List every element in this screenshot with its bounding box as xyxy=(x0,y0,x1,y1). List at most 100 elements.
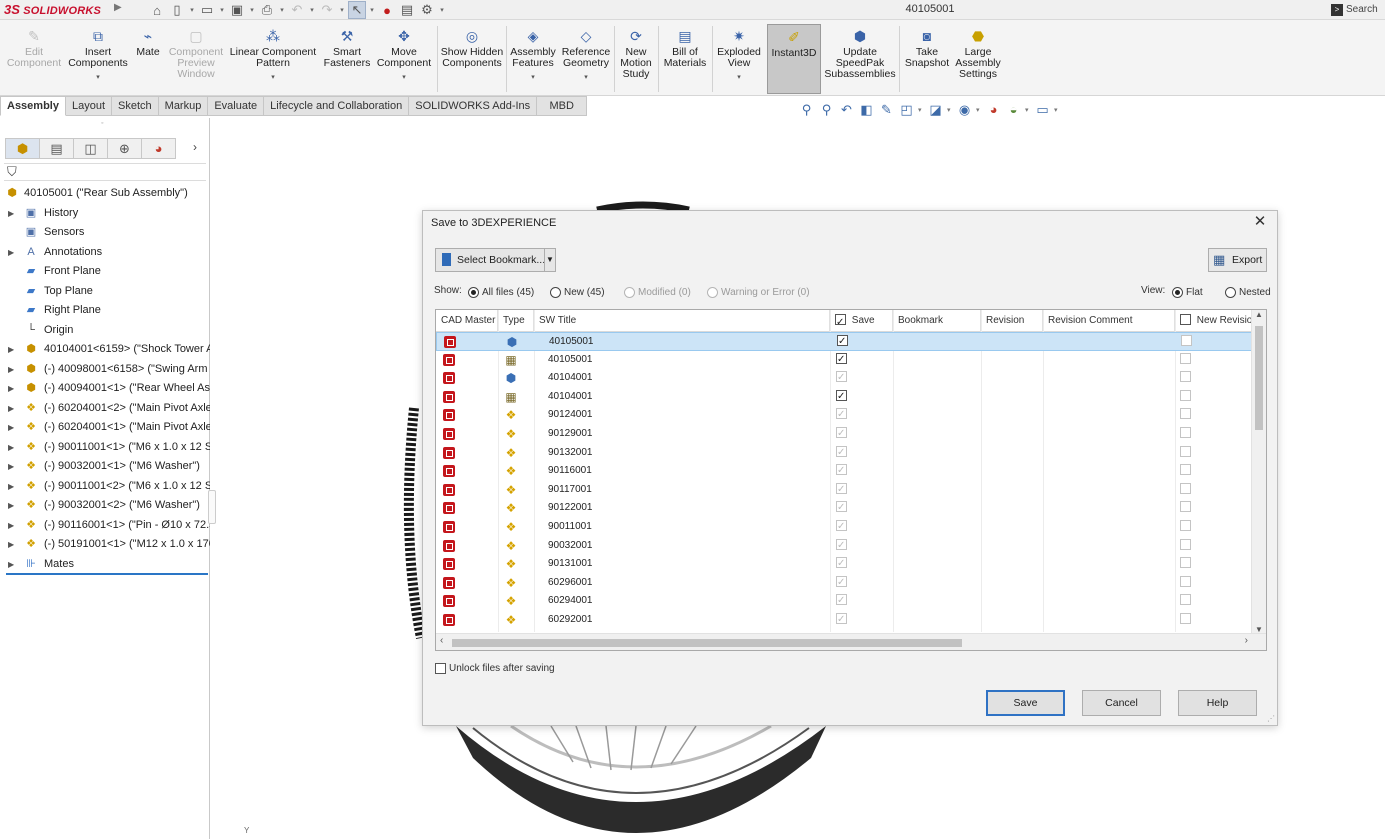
chevron-down-icon[interactable]: ▾ xyxy=(1025,106,1031,114)
chevron-right-icon[interactable]: › xyxy=(193,140,197,154)
scroll-thumb[interactable] xyxy=(452,639,962,647)
table-row[interactable]: ❖ 90011001 xyxy=(436,518,1252,537)
redo-icon[interactable]: ↷ xyxy=(318,1,336,19)
save-all-checkbox[interactable] xyxy=(835,312,846,332)
rebuild-traffic-light-icon[interactable]: ● xyxy=(378,1,396,19)
tab-solidworks-addins[interactable]: SOLIDWORKS Add-Ins xyxy=(409,96,538,116)
reference-geometry-button[interactable]: ◇ Reference Geometry ▾ xyxy=(560,24,612,94)
apply-scene-icon[interactable]: ◒ xyxy=(1005,101,1022,118)
expand-arrow-icon[interactable]: ▶ xyxy=(8,360,14,379)
new-revision-all-checkbox[interactable] xyxy=(1180,314,1191,325)
chevron-down-icon[interactable]: ▾ xyxy=(248,6,256,14)
tab-markup[interactable]: Markup xyxy=(158,96,209,116)
section-view-icon[interactable]: ◧ xyxy=(858,101,875,118)
tree-item-origin[interactable]: └ Origin xyxy=(0,321,210,341)
search-box[interactable]: > Search xyxy=(1331,1,1385,18)
chevron-down-icon[interactable]: ▼ xyxy=(544,249,555,271)
tree-item-component[interactable]: ▶ ❖ (-) 60204001<2> ("Main Pivot Axle" xyxy=(0,399,210,419)
tab-evaluate[interactable]: Evaluate xyxy=(208,96,265,116)
expand-arrow-icon[interactable]: ▶ xyxy=(8,516,14,535)
zoom-to-area-icon[interactable]: ⚲ xyxy=(818,101,835,118)
expand-arrow-icon[interactable]: ▶ xyxy=(8,399,14,418)
expand-arrow-icon[interactable]: ▶ xyxy=(8,438,14,457)
undo-icon[interactable]: ↶ xyxy=(288,1,306,19)
instant3d-button[interactable]: ✐ Instant3D xyxy=(767,24,821,94)
new-motion-study-button[interactable]: ⟳ New Motion Study xyxy=(616,24,656,94)
tree-item-mates[interactable]: ▶ ⊪ Mates xyxy=(0,555,210,575)
edit-appearance-icon[interactable]: ◕ xyxy=(985,101,1002,118)
table-row[interactable]: ❖ 90131001 xyxy=(436,555,1252,574)
chevron-down-icon[interactable]: ▾ xyxy=(918,106,924,114)
scroll-right-arrow-icon[interactable]: › xyxy=(1245,635,1248,646)
update-speedpak-button[interactable]: ⬢ Update SpeedPak Subassemblies xyxy=(824,24,896,94)
scroll-left-arrow-icon[interactable]: ‹ xyxy=(440,635,443,646)
filter-all-files-radio[interactable]: All files (45) xyxy=(468,285,534,299)
move-component-button[interactable]: ✥ Move Component ▾ xyxy=(375,24,433,94)
table-row[interactable]: ⬢ 40104001 xyxy=(436,369,1252,388)
bill-of-materials-button[interactable]: ▤ Bill of Materials xyxy=(660,24,710,94)
filter-modified-radio[interactable]: Modified (0) xyxy=(624,285,691,299)
table-row[interactable]: ⬢ 40105001 xyxy=(436,332,1252,351)
save-icon[interactable]: ▣ xyxy=(228,1,246,19)
chevron-down-icon[interactable]: ▾ xyxy=(560,72,612,83)
show-hidden-components-button[interactable]: ◎ Show Hidden Components xyxy=(440,24,504,94)
column-bookmark[interactable]: Bookmark xyxy=(893,310,981,332)
column-revision[interactable]: Revision xyxy=(981,310,1043,332)
vertical-scrollbar[interactable]: ▲ ▼ xyxy=(1251,310,1266,634)
scroll-thumb[interactable] xyxy=(1255,326,1263,430)
column-cad-master[interactable]: CAD Master xyxy=(436,310,498,332)
close-icon[interactable]: ✕ xyxy=(1251,213,1269,231)
table-row[interactable]: ❖ 90124001 xyxy=(436,406,1252,425)
solidworks-logo[interactable]: 3S SOLIDWORKS xyxy=(4,2,101,17)
table-row[interactable]: ▦ 40105001 xyxy=(436,351,1252,370)
assembly-features-button[interactable]: ◈ Assembly Features ▾ xyxy=(508,24,558,94)
chevron-down-icon[interactable]: ▾ xyxy=(508,72,558,83)
home-icon[interactable]: ⌂ xyxy=(148,1,166,19)
chevron-down-icon[interactable]: ▾ xyxy=(188,6,196,14)
scroll-up-arrow-icon[interactable]: ▲ xyxy=(1255,310,1263,319)
mate-button[interactable]: ⌁ Mate xyxy=(132,24,164,94)
table-row[interactable]: ❖ 90117001 xyxy=(436,481,1252,500)
filter-new-radio[interactable]: New (45) xyxy=(550,285,605,299)
table-row[interactable]: ▦ 40104001 xyxy=(436,388,1252,407)
tab-lifecycle-collaboration[interactable]: Lifecycle and Collaboration xyxy=(264,96,410,116)
tree-item-annotations[interactable]: ▶ A Annotations xyxy=(0,243,210,263)
panel-resize-handle[interactable] xyxy=(208,490,216,524)
help-button[interactable]: Help xyxy=(1178,690,1257,716)
horizontal-scrollbar[interactable]: ‹ › xyxy=(436,633,1266,650)
chevron-down-icon[interactable]: ▾ xyxy=(218,6,226,14)
expand-arrow-icon[interactable]: ▶ xyxy=(8,457,14,476)
view-settings-monitor-icon[interactable]: ▭ xyxy=(1034,101,1051,118)
exploded-view-button[interactable]: ✷ Exploded View ▾ xyxy=(714,24,764,94)
tab-dimxpert-manager[interactable]: ⊕ xyxy=(107,138,142,159)
panel-grip-icon[interactable]: ◦ xyxy=(101,120,103,127)
table-row[interactable]: ❖ 90129001 xyxy=(436,425,1252,444)
view-nested-radio[interactable]: Nested xyxy=(1225,285,1271,299)
options-gear-icon[interactable]: ⚙ xyxy=(418,1,436,19)
table-row[interactable]: ❖ 90032001 xyxy=(436,537,1252,556)
chevron-down-icon[interactable]: ▾ xyxy=(228,72,318,83)
expand-arrow-icon[interactable]: ▶ xyxy=(8,555,14,574)
tree-item-component[interactable]: ▶ ❖ (-) 90011001<1> ("M6 x 1.0 x 12 SK xyxy=(0,438,210,458)
expand-arrow-icon[interactable]: ▶ xyxy=(8,204,14,223)
chevron-down-icon[interactable]: ▾ xyxy=(1054,106,1060,114)
chevron-down-icon[interactable]: ▾ xyxy=(947,106,953,114)
chevron-down-icon[interactable]: ▾ xyxy=(375,72,433,83)
tree-item-component[interactable]: ▶ ⬢ 40104001<6159> ("Shock Tower Ass xyxy=(0,340,210,360)
column-type[interactable]: Type xyxy=(498,310,534,332)
table-row[interactable]: ❖ 90116001 xyxy=(436,462,1252,481)
tree-item-component[interactable]: ▶ ⬢ (-) 40094001<1> ("Rear Wheel Asse xyxy=(0,379,210,399)
resize-grip-icon[interactable]: ⋰ xyxy=(1267,714,1275,723)
tab-sketch[interactable]: Sketch xyxy=(112,96,159,116)
expand-arrow-icon[interactable]: ▶ xyxy=(8,340,14,359)
export-button[interactable]: ▦ Export xyxy=(1208,248,1267,272)
zoom-to-fit-icon[interactable]: ⚲ xyxy=(798,101,815,118)
filter-warning-error-radio[interactable]: Warning or Error (0) xyxy=(707,285,810,299)
menu-expand-arrow-icon[interactable]: ▶ xyxy=(114,2,122,13)
column-sw-title[interactable]: SW Title xyxy=(534,310,830,332)
select-cursor-icon[interactable]: ↖ xyxy=(348,1,366,19)
chevron-down-icon[interactable]: ▾ xyxy=(976,106,982,114)
chevron-down-icon[interactable]: ▾ xyxy=(438,6,446,14)
table-row[interactable]: ❖ 60296001 xyxy=(436,574,1252,593)
tree-item-component[interactable]: ▶ ❖ (-) 60204001<1> ("Main Pivot Axle" xyxy=(0,418,210,438)
